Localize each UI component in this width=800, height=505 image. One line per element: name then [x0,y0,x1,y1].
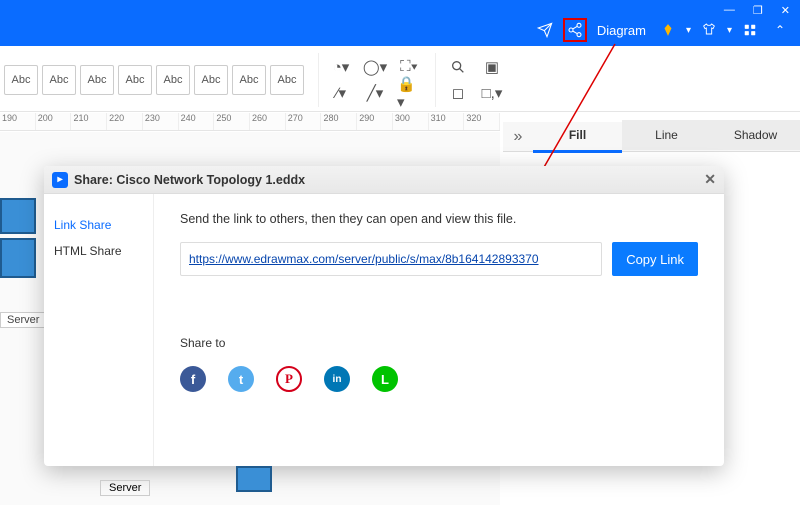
network-object[interactable] [0,238,36,278]
style-swatch[interactable]: Abc [270,65,304,95]
style-swatch[interactable]: Abc [80,65,114,95]
dialog-title: Share: Cisco Network Topology 1.eddx [74,173,305,187]
layers-icon[interactable]: ▣ [480,56,504,78]
social-row: ftPin L [180,366,698,392]
style-swatch[interactable]: Abc [232,65,266,95]
chevron-up-icon[interactable]: ⌃ [768,18,792,42]
diamond-icon[interactable] [656,18,680,42]
style-swatch[interactable]: Abc [156,65,190,95]
tab-shadow[interactable]: Shadow [711,120,800,150]
apps-icon[interactable] [738,18,762,42]
lock-icon[interactable]: 🔒▾ [397,82,421,104]
app-logo-icon: ▸ [52,172,68,188]
close-icon[interactable]: ✕ [704,171,716,188]
dialog-header: ▸ Share: Cisco Network Topology 1.eddx ✕ [44,166,724,194]
share-instruction: Send the link to others, then they can o… [180,212,698,226]
line-tool-icon[interactable]: ╱▾ [363,82,387,104]
paint-icon[interactable]: ◔▾ [329,56,353,78]
network-object[interactable] [236,466,272,492]
line-style-icon[interactable]: ∕▾ [329,82,353,104]
tab-fill[interactable]: Fill [533,120,622,153]
tab-link-share[interactable]: Link Share [50,212,147,238]
line-icon[interactable]: L [372,366,398,392]
server-label: Server [0,312,46,328]
style-swatch[interactable]: Abc [194,65,228,95]
style-swatch[interactable]: Abc [42,65,76,95]
network-object[interactable] [0,198,36,234]
share-to-label: Share to [180,336,698,350]
style-swatch[interactable]: Abc [118,65,152,95]
window-close[interactable]: ✕ [781,4,790,17]
select-icon[interactable]: ◻ [446,82,470,104]
share-side-tabs: Link Share HTML Share [44,194,154,466]
window-maximize[interactable]: ❐ [753,4,763,17]
ruler: 1902002102202302402502602702802903003103… [0,113,500,131]
style-swatch[interactable]: Abc [4,65,38,95]
linkedin-icon[interactable]: in [324,366,350,392]
tab-html-share[interactable]: HTML Share [50,238,147,264]
shape-icon[interactable]: ◯▾ [363,56,387,78]
titlebar: — ❐ ✕ Diagram ▾ ▾ ⌃ [0,0,800,46]
tshirt-icon[interactable] [697,18,721,42]
property-tabs: » FillLineShadow [503,122,800,152]
facebook-icon[interactable]: f [180,366,206,392]
share-dialog: ▸ Share: Cisco Network Topology 1.eddx ✕… [44,166,724,466]
copy-link-button[interactable]: Copy Link [612,242,698,276]
twitter-icon[interactable]: t [228,366,254,392]
pinterest-icon[interactable]: P [276,366,302,392]
server-label: Server [100,480,150,496]
share-url-input[interactable]: https://www.edrawmax.com/server/public/s… [180,242,602,276]
share-icon[interactable] [563,18,587,42]
toolbar-ribbon: AbcAbcAbcAbcAbcAbcAbcAbc ◔▾ ◯▾ ⛶▾ ∕▾ ╱▾ … [0,48,800,112]
search-icon[interactable] [446,56,470,78]
send-icon[interactable] [533,18,557,42]
distribute-icon[interactable]: □,▾ [480,82,504,104]
window-minimize[interactable]: — [724,4,735,17]
style-swatch-group: AbcAbcAbcAbcAbcAbcAbcAbc [4,65,304,95]
diagram-label[interactable]: Diagram [593,23,650,38]
tab-line[interactable]: Line [622,120,711,150]
collapse-panel-icon[interactable]: » [503,128,533,146]
